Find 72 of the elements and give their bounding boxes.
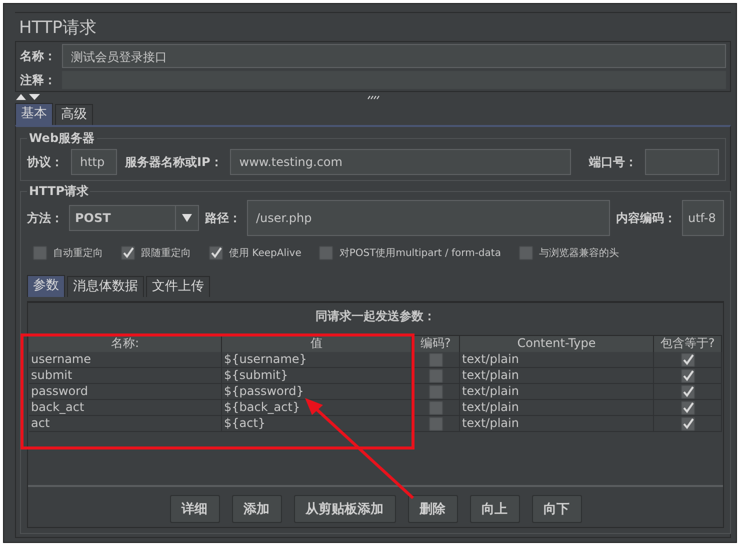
table-cell: text/plain: [460, 416, 654, 432]
encoding-field[interactable]: utf-8: [682, 200, 724, 236]
table-cell: submit: [29, 368, 222, 384]
field-label: 端口号：: [589, 154, 637, 170]
column-header[interactable]: 名称:: [29, 336, 222, 352]
table-cell: text/plain: [460, 352, 654, 368]
group-title: Web服务器: [28, 130, 96, 147]
checkbox[interactable]: [680, 416, 694, 430]
checkbox[interactable]: [680, 352, 694, 366]
column-header[interactable]: 包含等于?: [654, 336, 722, 352]
dropdown-caret-icon: [182, 214, 192, 222]
checkbox-label: 与浏览器兼容的头: [538, 246, 619, 260]
table-cell: username: [29, 352, 222, 368]
checkbox[interactable]: [680, 368, 694, 382]
tab[interactable]: 高级: [55, 104, 93, 125]
field-label: 方法：: [27, 210, 63, 226]
field-label: 注释：: [20, 72, 56, 88]
checkbox-label: 自动重定向: [53, 246, 103, 260]
path-field[interactable]: /user.php: [247, 200, 610, 236]
action-button[interactable]: 向上: [470, 495, 520, 523]
checkbox[interactable]: [680, 400, 694, 414]
table-cell: act: [29, 416, 222, 432]
field-label: 路径：: [205, 210, 241, 226]
checkbox-label: 跟随重定向: [141, 246, 191, 260]
checkbox[interactable]: [680, 384, 694, 398]
table-cell: ${username}: [222, 352, 412, 368]
checkbox[interactable]: [428, 400, 442, 414]
checkbox[interactable]: [518, 246, 533, 260]
checkbox-label: 使用 KeepAlive: [229, 247, 302, 260]
action-button[interactable]: 从剪贴板添加: [294, 495, 396, 523]
name-field[interactable]: 测试会员登录接口: [62, 44, 726, 68]
checkbox[interactable]: [209, 246, 223, 260]
checkbox[interactable]: [428, 416, 442, 430]
table-cell: ${act}: [222, 416, 412, 432]
action-button[interactable]: 详细: [170, 495, 220, 523]
column-header[interactable]: Content-Type: [460, 336, 654, 352]
action-button[interactable]: 向下: [532, 495, 582, 523]
table-cell: back_act: [29, 400, 222, 416]
checkbox[interactable]: [319, 246, 334, 260]
panel-title: HTTP请求: [15, 12, 731, 41]
tab[interactable]: 参数: [27, 275, 65, 297]
checkbox[interactable]: [428, 368, 442, 382]
method-dropdown[interactable]: POST: [69, 205, 199, 231]
collapse-icon[interactable]: [15, 93, 41, 101]
table-cell: ${password}: [222, 384, 412, 400]
field-label: 服务器名称或IP：: [125, 154, 222, 170]
server-field[interactable]: www.testing.com: [230, 149, 571, 175]
tab[interactable]: 消息体数据: [67, 276, 144, 297]
tab[interactable]: 基本: [15, 103, 53, 125]
group-title: HTTP请求: [28, 183, 90, 200]
action-button[interactable]: 添加: [232, 495, 282, 523]
checkbox-label: 对POST使用multipart / form-data: [339, 246, 501, 260]
protocol-field[interactable]: http: [71, 149, 117, 175]
action-button[interactable]: 删除: [408, 495, 458, 523]
splitter-grip-icon[interactable]: [367, 94, 381, 100]
checkbox[interactable]: [428, 384, 442, 398]
field-label: 名称：: [20, 48, 56, 64]
field-label: 内容编码：: [616, 210, 676, 226]
column-header[interactable]: 值: [222, 336, 412, 352]
checkbox[interactable]: [121, 246, 135, 260]
section-title: 同请求一起发送参数：: [314, 308, 436, 325]
field-label: 协议：: [27, 154, 63, 170]
port-field[interactable]: [645, 149, 719, 175]
checkbox[interactable]: [428, 352, 442, 366]
tab[interactable]: 文件上传: [146, 276, 210, 297]
table-cell: text/plain: [460, 400, 654, 416]
checkbox[interactable]: [33, 246, 47, 260]
table-cell: password: [29, 384, 222, 400]
column-header[interactable]: 编码?: [412, 336, 460, 352]
table-cell: text/plain: [460, 368, 654, 384]
table-cell: text/plain: [460, 384, 654, 400]
table-cell: ${submit}: [222, 368, 412, 384]
